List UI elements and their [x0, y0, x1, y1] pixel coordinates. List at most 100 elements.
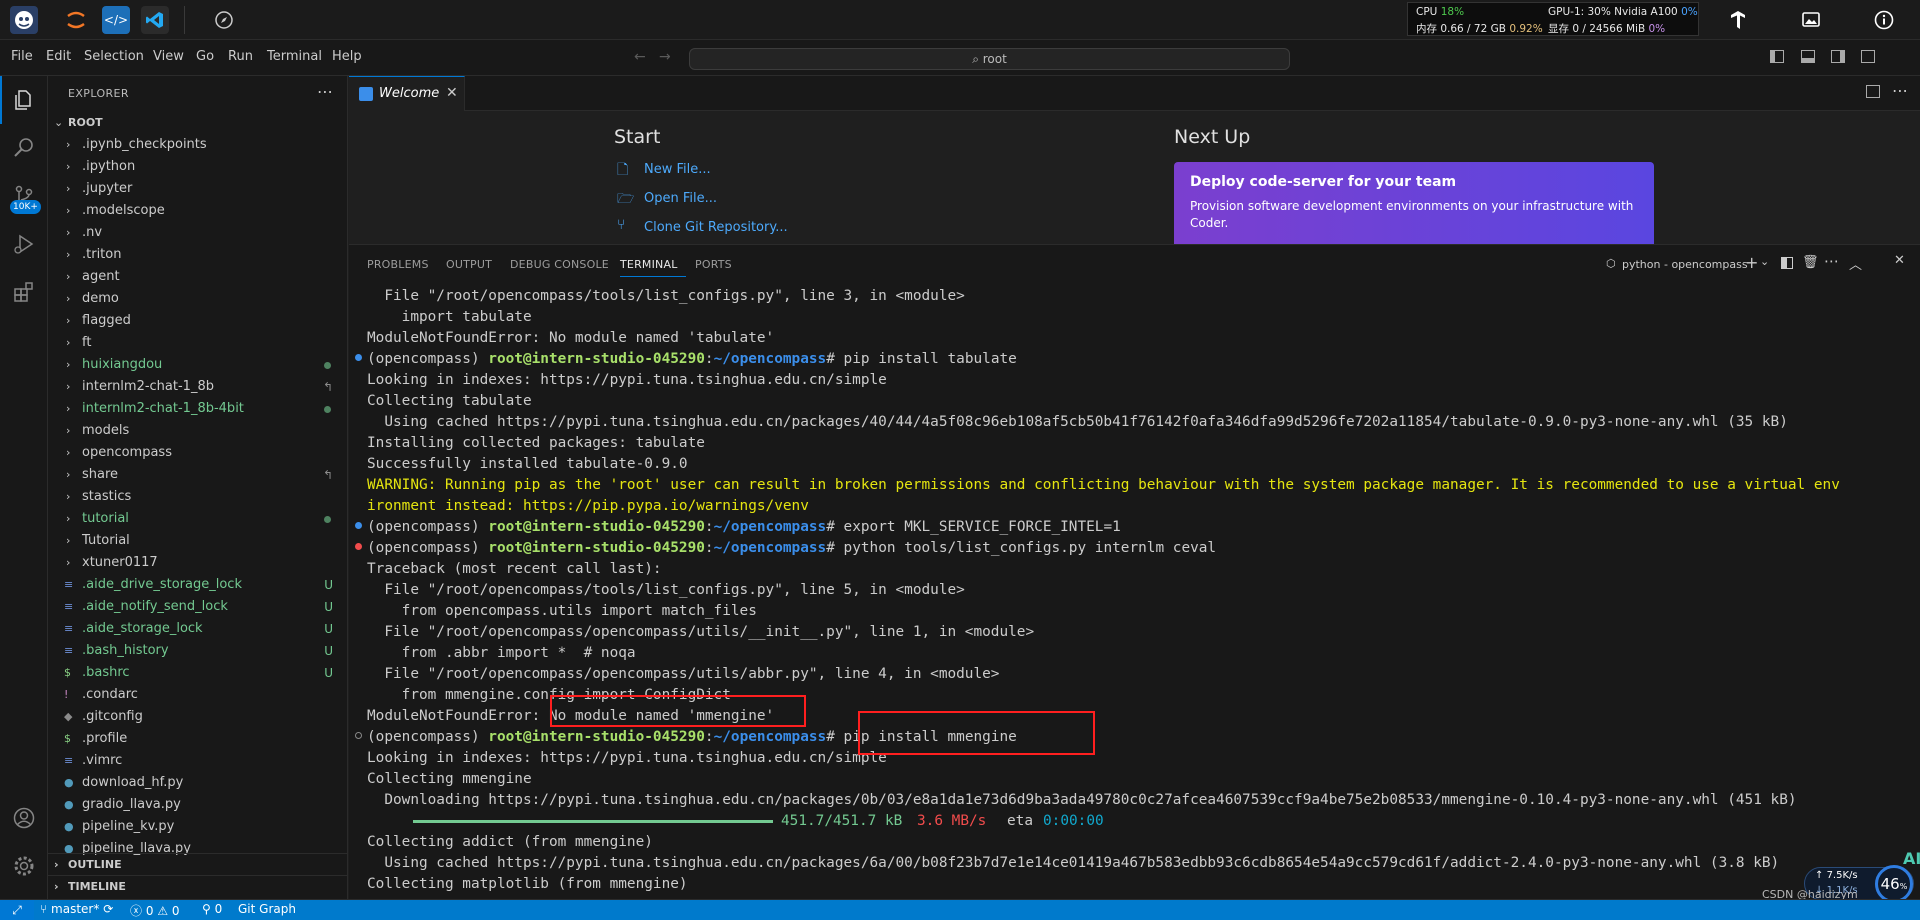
folder-item[interactable]: › xtuner0117 [48, 552, 347, 574]
explorer-root[interactable]: ⌄ ROOT [48, 112, 347, 134]
app-logo-icon[interactable] [10, 6, 38, 34]
folder-item[interactable]: › internlm2-chat-1_8b-4bit [48, 398, 347, 420]
tensorflow-icon[interactable] [1724, 6, 1752, 34]
extensions-icon[interactable] [8, 276, 40, 308]
code-editor-icon[interactable]: </> [102, 6, 130, 34]
tab-debug-console[interactable]: DEBUG CONSOLE [510, 258, 609, 271]
folder-item[interactable]: › demo [48, 288, 347, 310]
menu-terminal[interactable]: Terminal [267, 49, 322, 64]
outline-section[interactable]: › OUTLINE [48, 853, 347, 875]
maximize-panel-icon[interactable]: ︿ [1849, 254, 1862, 273]
terminal-output[interactable]: File "/root/opencompass/tools/list_confi… [349, 287, 1920, 899]
command-success-dot[interactable] [355, 522, 362, 529]
file-type-icon: ≡ [64, 622, 74, 635]
folder-item[interactable]: › .modelscope [48, 200, 347, 222]
new-file-link[interactable]: New File... [644, 162, 711, 177]
folder-item[interactable]: › .ipynb_checkpoints [48, 134, 347, 156]
more-actions-icon[interactable]: ⋯ [1892, 81, 1908, 100]
split-terminal-icon[interactable] [1781, 257, 1793, 269]
customize-layout-icon[interactable] [1861, 50, 1875, 63]
clone-repo-link[interactable]: Clone Git Repository... [644, 220, 788, 235]
menu-file[interactable]: File [11, 49, 33, 64]
more-actions-icon[interactable]: ⋯ [317, 82, 333, 101]
open-file-link[interactable]: Open File... [644, 191, 717, 206]
info-icon[interactable] [1870, 6, 1898, 34]
explorer-icon[interactable] [8, 84, 40, 116]
folder-item[interactable]: › .triton [48, 244, 347, 266]
close-panel-icon[interactable]: ✕ [1894, 253, 1905, 268]
problems-indicator[interactable]: ⓧ 0 ⚠ 0 [130, 902, 180, 919]
timeline-section[interactable]: › TIMELINE [48, 875, 347, 897]
file-item[interactable]: ● pipeline_kv.py [48, 816, 347, 838]
toggle-panel-icon[interactable] [1801, 50, 1815, 63]
command-running-dot[interactable] [355, 732, 362, 739]
menu-help[interactable]: Help [332, 49, 362, 64]
folder-item[interactable]: › flagged [48, 310, 347, 332]
close-icon[interactable]: ✕ [446, 85, 458, 101]
folder-item[interactable]: › .ipython [48, 156, 347, 178]
forward-arrow-icon[interactable]: → [659, 49, 671, 65]
file-item[interactable]: ≡ .aide_storage_lock U [48, 618, 347, 640]
toggle-sidebar-icon[interactable] [1770, 50, 1784, 63]
file-item[interactable]: ! .condarc [48, 684, 347, 706]
account-icon[interactable] [8, 802, 40, 834]
toggle-secondary-sidebar-icon[interactable] [1831, 50, 1845, 63]
folder-item[interactable]: › stastics [48, 486, 347, 508]
ports-indicator[interactable]: ⚲ 0 [202, 902, 222, 916]
deploy-card[interactable]: Deploy code-server for your team Provisi… [1174, 162, 1654, 244]
tab-terminal[interactable]: TERMINAL [620, 258, 678, 271]
file-item[interactable]: ● download_hf.py [48, 772, 347, 794]
tab-problems[interactable]: PROBLEMS [367, 258, 429, 271]
folder-item[interactable]: › opencompass [48, 442, 347, 464]
search-icon[interactable] [8, 132, 40, 164]
command-success-dot[interactable] [355, 354, 362, 361]
tab-output[interactable]: OUTPUT [446, 258, 492, 271]
more-actions-icon[interactable]: ⋯ [1824, 252, 1839, 270]
tab-welcome[interactable]: Welcome ✕ [349, 76, 465, 111]
menu-selection[interactable]: Selection [84, 49, 144, 64]
file-item[interactable]: ◆ .gitconfig [48, 706, 347, 728]
run-debug-icon[interactable] [8, 228, 40, 260]
command-error-dot[interactable] [355, 543, 362, 550]
git-graph-button[interactable]: Git Graph [238, 902, 296, 916]
file-item[interactable]: ● gradio_llava.py [48, 794, 347, 816]
vscode-icon[interactable] [141, 6, 169, 34]
terminal-line: import tabulate [367, 309, 532, 325]
file-item[interactable]: $ .bashrc U [48, 662, 347, 684]
branch-indicator[interactable]: ⑂ master* ⟳ [40, 902, 113, 916]
ai-assistant-badge[interactable]: AI [1903, 849, 1920, 868]
file-item[interactable]: ≡ .aide_notify_send_lock U [48, 596, 347, 618]
new-terminal-icon[interactable]: + [1745, 253, 1758, 272]
back-arrow-icon[interactable]: ← [634, 49, 646, 65]
file-item[interactable]: ≡ .vimrc [48, 750, 347, 772]
folder-item[interactable]: › .jupyter [48, 178, 347, 200]
folder-item[interactable]: › huixiangdou [48, 354, 347, 376]
menu-go[interactable]: Go [196, 49, 214, 64]
folder-item[interactable]: › internlm2-chat-1_8b ↰ [48, 376, 347, 398]
folder-item[interactable]: › Tutorial [48, 530, 347, 552]
folder-item[interactable]: › ft [48, 332, 347, 354]
split-editor-icon[interactable] [1866, 85, 1880, 98]
image-icon[interactable] [1797, 6, 1825, 34]
menu-run[interactable]: Run [228, 49, 253, 64]
folder-item[interactable]: › models [48, 420, 347, 442]
tab-ports[interactable]: PORTS [695, 258, 732, 271]
compass-icon[interactable] [210, 6, 238, 34]
file-item[interactable]: ≡ .bash_history U [48, 640, 347, 662]
file-item[interactable]: $ .profile [48, 728, 347, 750]
menu-view[interactable]: View [153, 49, 184, 64]
folder-item[interactable]: › share ↰ [48, 464, 347, 486]
chevron-down-icon[interactable]: ⌄ [1760, 255, 1769, 268]
menu-edit[interactable]: Edit [46, 49, 71, 64]
jupyter-icon[interactable] [62, 6, 90, 34]
folder-item[interactable]: › tutorial [48, 508, 347, 530]
settings-gear-icon[interactable] [8, 850, 40, 882]
warning-icon: ⚠ [157, 904, 169, 918]
terminal-name[interactable]: python - opencompass [1622, 258, 1748, 271]
remote-indicator[interactable]: ⤢ [0, 900, 34, 920]
file-item[interactable]: ≡ .aide_drive_storage_lock U [48, 574, 347, 596]
folder-item[interactable]: › agent [48, 266, 347, 288]
command-center[interactable]: ⌕ root [689, 48, 1290, 70]
folder-item[interactable]: › .nv [48, 222, 347, 244]
trash-icon[interactable]: 🗑 [1802, 255, 1819, 270]
